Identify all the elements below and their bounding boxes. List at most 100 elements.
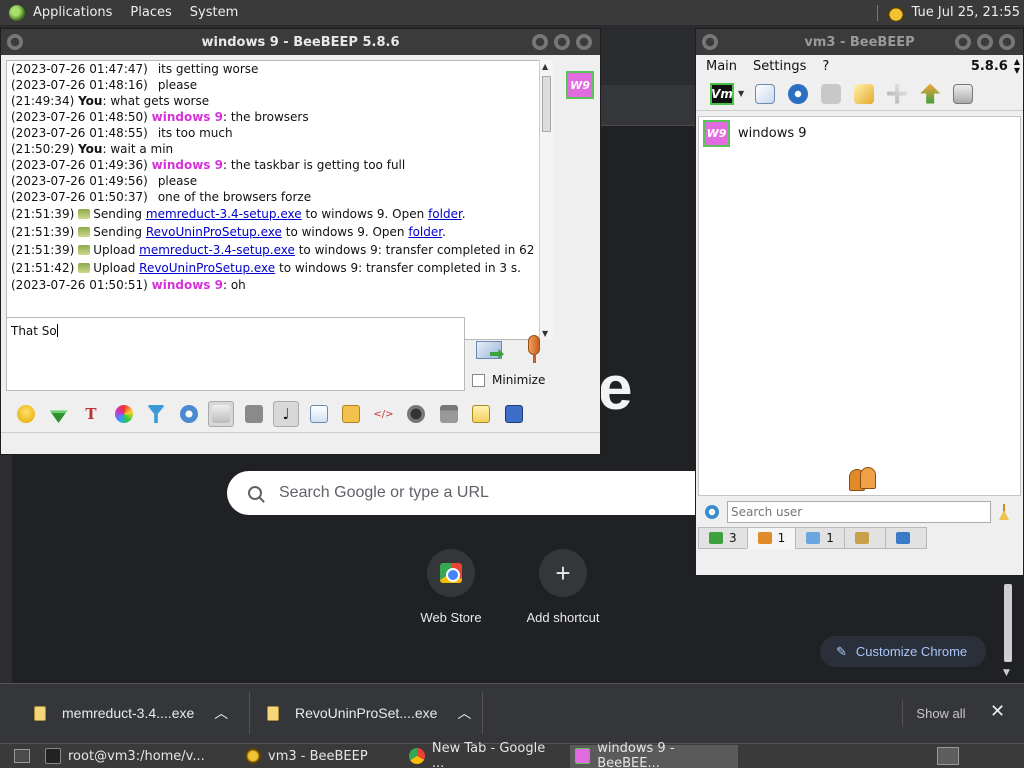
settings-gears-icon[interactable]: [176, 401, 202, 427]
emoticon-icon[interactable]: [13, 401, 39, 427]
code-icon[interactable]: </>: [371, 401, 397, 427]
files-tab-icon: [895, 532, 910, 544]
user-list-item[interactable]: W9 windows 9: [699, 117, 1020, 149]
menu-main[interactable]: Main: [706, 59, 737, 74]
minimize-checkbox[interactable]: Minimize: [472, 373, 545, 387]
screenshot-icon[interactable]: [403, 401, 429, 427]
main-toolbar: Vm ▼: [696, 77, 1023, 111]
text-font-icon[interactable]: T: [78, 401, 104, 427]
groups-tab-icon: [854, 532, 869, 544]
taskbar-item-windows9-chat[interactable]: windows 9 - BeeBEE...: [570, 741, 738, 768]
close-icon[interactable]: ✕: [990, 701, 1005, 722]
send-message-button[interactable]: [474, 337, 506, 365]
window-menu-icon[interactable]: [702, 34, 718, 50]
dictionary-icon[interactable]: [241, 401, 267, 427]
customize-chrome-button[interactable]: ✎ Customize Chrome: [820, 636, 986, 667]
folder-link[interactable]: folder: [428, 207, 462, 221]
file-link[interactable]: RevoUninProSetup.exe: [146, 225, 282, 239]
trash-icon[interactable]: [950, 81, 976, 107]
tab-chats[interactable]: 1: [795, 527, 845, 549]
menu-help[interactable]: ?: [822, 59, 829, 74]
notes-icon[interactable]: [468, 401, 494, 427]
chrome-scrollbar[interactable]: ▼: [1001, 580, 1015, 678]
menu-settings[interactable]: Settings: [753, 59, 806, 74]
user-list[interactable]: W9 windows 9: [698, 116, 1021, 496]
user-avatar: W9: [703, 119, 730, 147]
file-link[interactable]: memreduct-3.4-setup.exe: [139, 243, 295, 257]
download-item-memreduct[interactable]: memreduct-3.4....exe ︿: [34, 684, 228, 742]
send-folder-icon[interactable]: [338, 401, 364, 427]
show-desktop-icon[interactable]: [14, 749, 30, 763]
download-bar: memreduct-3.4....exe ︿ RevoUninProSet...…: [0, 683, 1024, 743]
music-note-icon[interactable]: ♩: [273, 401, 299, 427]
minimize-window-icon[interactable]: [955, 34, 971, 50]
broadcast-icon[interactable]: [818, 81, 844, 107]
shortcut-web-store[interactable]: Web Store: [406, 549, 496, 625]
download-item-revo[interactable]: RevoUninProSet....exe ︿: [267, 684, 471, 742]
main-titlebar[interactable]: vm3 - BeeBEEP: [696, 29, 1023, 55]
web-store-icon: [440, 563, 462, 583]
maximize-window-icon[interactable]: [977, 34, 993, 50]
chat-titlebar[interactable]: windows 9 - BeeBEEP 5.8.6: [1, 29, 600, 55]
color-palette-icon[interactable]: [111, 401, 137, 427]
minimize-window-icon[interactable]: [532, 34, 548, 50]
chat-scrollbar[interactable]: ▲ ▼: [539, 60, 553, 340]
menu-places[interactable]: Places: [130, 5, 171, 20]
tools-icon[interactable]: [884, 81, 910, 107]
workspace-switcher[interactable]: [937, 747, 959, 765]
show-all-button[interactable]: Show all: [902, 698, 979, 728]
taskbar-item-vm3-beebeep[interactable]: vm3 - BeeBEEP: [240, 745, 400, 768]
menu-applications[interactable]: Applications: [33, 5, 112, 20]
chat-log[interactable]: (2023-07-26 01:47:47) its getting worse (…: [6, 60, 553, 340]
customize-chrome-label: Customize Chrome: [855, 644, 968, 659]
send-file-icon[interactable]: [306, 401, 332, 427]
file-link[interactable]: RevoUninProSetup.exe: [139, 261, 275, 275]
folder-link[interactable]: folder: [408, 225, 442, 239]
transfer-message: (21:51:42) Upload RevoUninProSetup.exe to…: [11, 261, 521, 275]
scroll-up-arrow-icon[interactable]: ▲: [542, 62, 548, 71]
status-dropdown-icon[interactable]: ▼: [738, 89, 744, 98]
taskbar-item-terminal[interactable]: root@vm3:/home/v...: [40, 745, 236, 768]
edit-profile-icon[interactable]: [752, 81, 778, 107]
checkbox-box[interactable]: [472, 373, 485, 387]
smiley-green-icon[interactable]: [46, 401, 72, 427]
save-chat-icon[interactable]: [501, 401, 527, 427]
scroll-down-arrow-icon[interactable]: ▼: [1003, 668, 1010, 678]
message-input[interactable]: That So: [6, 317, 465, 391]
taskbar-item-chrome[interactable]: New Tab - Google ...: [404, 741, 566, 768]
filter-icon[interactable]: [143, 401, 169, 427]
tab-files[interactable]: [884, 527, 927, 549]
google-search-box[interactable]: Search Google or type a URL: [227, 471, 727, 515]
close-window-icon[interactable]: [576, 34, 592, 50]
shortcut-add[interactable]: + Add shortcut: [518, 549, 608, 625]
search-user-input[interactable]: [727, 501, 991, 523]
clear-search-icon[interactable]: [999, 504, 1009, 520]
update-icon[interactable]: [917, 81, 943, 107]
tab-groups[interactable]: [843, 527, 886, 549]
chat-message: (21:49:34) You: what gets worse: [11, 94, 210, 108]
maximize-window-icon[interactable]: [554, 34, 570, 50]
tab-users[interactable]: 3: [698, 527, 748, 549]
scroll-arrows-icon[interactable]: ▲ ▼: [1014, 57, 1020, 75]
network-icon[interactable]: [785, 81, 811, 107]
window-menu-icon[interactable]: [7, 34, 23, 50]
my-profile-avatar[interactable]: Vm: [710, 82, 734, 105]
file-link[interactable]: memreduct-3.4-setup.exe: [146, 207, 302, 221]
menu-system[interactable]: System: [190, 5, 238, 20]
gnome-foot-icon[interactable]: [9, 4, 25, 21]
close-window-icon[interactable]: [999, 34, 1015, 50]
people-icon: [847, 467, 879, 493]
voice-message-button[interactable]: [522, 333, 548, 367]
beebeep-tray-icon[interactable]: [885, 4, 906, 21]
chevron-up-icon[interactable]: ︿: [457, 703, 471, 723]
archive-icon[interactable]: [436, 401, 462, 427]
clock[interactable]: Tue Jul 25, 21:55: [912, 5, 1020, 20]
chrome-scroll-thumb[interactable]: [1004, 584, 1012, 662]
chat-user-avatar[interactable]: W9: [566, 71, 594, 99]
search-options-icon[interactable]: [705, 505, 719, 519]
chevron-up-icon[interactable]: ︿: [214, 703, 228, 723]
tab-people[interactable]: 1: [746, 527, 797, 549]
spell-check-icon[interactable]: [208, 401, 234, 427]
chat-scroll-thumb[interactable]: [542, 76, 551, 132]
write-message-icon[interactable]: [851, 81, 877, 107]
